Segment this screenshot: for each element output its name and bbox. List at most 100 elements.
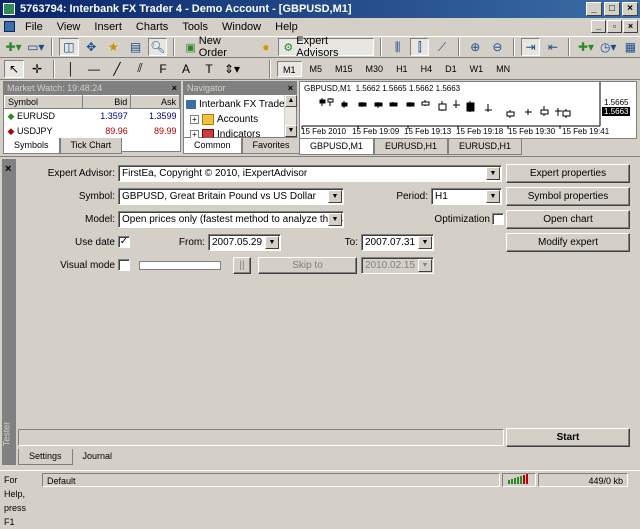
scroll-down-icon[interactable]: ▼ [285, 125, 297, 137]
symbol-select[interactable]: GBPUSD, Great Britain Pound vs US Dollar… [118, 188, 344, 205]
expert-properties-button[interactable]: Expert properties [506, 164, 630, 183]
mdi-minimize-button[interactable]: _ [591, 20, 606, 33]
line-chart-icon[interactable]: ⟋ [432, 38, 451, 56]
from-date-picker[interactable]: 2007.05.29 ▼ [208, 234, 281, 251]
new-chart-icon[interactable]: ✚▾ [4, 38, 23, 56]
period-select[interactable]: H1 ▼ [431, 188, 502, 205]
column-ask[interactable]: Ask [130, 95, 180, 109]
templates-icon[interactable]: ▦ [621, 38, 640, 56]
timeframe-h1[interactable]: H1 [391, 61, 413, 77]
timeframe-m1[interactable]: M1 [277, 60, 302, 77]
menu-insert[interactable]: Insert [87, 18, 129, 36]
navigator-icon[interactable]: ★ [104, 38, 123, 56]
periods-icon[interactable]: ◷▾ [599, 38, 618, 56]
tab-settings[interactable]: Settings [18, 449, 73, 465]
tab-chart-gbpusd-m1[interactable]: GBPUSD,M1 [299, 139, 375, 155]
column-bid[interactable]: Bid [81, 95, 132, 109]
skip-to-button[interactable]: Skip to [258, 257, 357, 274]
text-icon[interactable]: A [176, 60, 196, 78]
tab-favorites[interactable]: Favorites [241, 138, 301, 154]
metaeditor-icon[interactable]: ● [256, 38, 275, 56]
tree-item-root[interactable]: Interbank FX Trade [186, 97, 294, 112]
menu-tools[interactable]: Tools [175, 18, 215, 36]
profiles-icon[interactable]: ▭▾ [26, 38, 45, 56]
tab-chart-eurusd-h1-2[interactable]: EURUSD,H1 [448, 139, 523, 155]
symbol-properties-button[interactable]: Symbol properties [506, 187, 630, 206]
expert-advisor-select[interactable]: FirstEa, Copyright © 2010, iExpertAdviso… [118, 165, 502, 182]
chevron-down-icon: ▼ [418, 259, 432, 272]
new-order-button[interactable]: ▣ New Order [181, 35, 253, 59]
tree-item-accounts[interactable]: + Accounts [186, 112, 294, 127]
market-watch-close-icon[interactable]: × [172, 82, 177, 95]
expert-advisors-button[interactable]: ⚙ Expert Advisors [278, 35, 375, 59]
strategy-tester-icon[interactable]: 🔍︎ [148, 38, 168, 56]
tab-tick-chart[interactable]: Tick Chart [59, 138, 123, 154]
cursor-icon[interactable]: ↖ [4, 59, 24, 78]
timeframe-mn[interactable]: MN [491, 61, 515, 77]
trendline-icon[interactable]: ╱ [107, 60, 127, 78]
tab-journal[interactable]: Journal [72, 449, 123, 465]
timeframe-m30[interactable]: M30 [361, 61, 389, 77]
navigator-header: Navigator × [184, 82, 296, 95]
skip-date-picker[interactable]: 2010.02.15 ▼ [361, 257, 434, 274]
minimize-button[interactable]: _ [586, 2, 602, 16]
pause-button[interactable]: || [233, 257, 251, 274]
menu-charts[interactable]: Charts [129, 18, 175, 36]
timeframe-m5[interactable]: M5 [305, 61, 328, 77]
chevron-down-icon: ▼ [328, 213, 342, 226]
table-row[interactable]: ◆ EURUSD 1.3597 1.3599 [5, 109, 180, 124]
model-select[interactable]: Open prices only (fastest method to anal… [118, 211, 344, 228]
menu-file[interactable]: File [18, 18, 50, 36]
market-watch-table: Symbol Bid Ask ◆ EURUSD 1.3597 1.3599 ◆ … [4, 95, 180, 139]
terminal-icon[interactable]: ▤ [126, 38, 145, 56]
vertical-line-icon[interactable]: │ [61, 60, 81, 78]
use-date-checkbox[interactable]: ✓ [118, 236, 130, 248]
arrows-icon[interactable]: ⇕▾ [222, 60, 242, 78]
menu-window[interactable]: Window [215, 18, 268, 36]
indicators-icon[interactable]: ✚▾ [576, 38, 595, 56]
tab-chart-eurusd-h1[interactable]: EURUSD,H1 [374, 139, 449, 155]
open-chart-button[interactable]: Open chart [506, 210, 630, 229]
mdi-restore-button[interactable]: ▫ [607, 20, 622, 33]
visual-mode-checkbox[interactable] [118, 259, 130, 271]
to-date-picker[interactable]: 2007.07.31 ▼ [361, 234, 434, 251]
table-row[interactable]: ◆ USDJPY 89.96 89.99 [5, 124, 180, 139]
crosshair-icon[interactable]: ✛ [27, 60, 47, 78]
fibonacci-icon[interactable]: F [153, 60, 173, 78]
timeframe-w1[interactable]: W1 [465, 61, 489, 77]
time-label: 15 Feb 19:30 [508, 127, 556, 136]
menu-help[interactable]: Help [268, 18, 305, 36]
visual-speed-slider[interactable] [139, 261, 221, 270]
expand-icon[interactable]: + [190, 115, 199, 124]
modify-expert-button[interactable]: Modify expert [506, 233, 630, 252]
optimization-checkbox[interactable] [492, 213, 504, 225]
data-window-icon[interactable]: ✥ [82, 38, 101, 56]
candlesticks-icon[interactable]: ⫿ [410, 38, 430, 56]
chart-area[interactable]: GBPUSD,M1 1.5662 1.5665 1.5662 1.5663 1.… [299, 81, 637, 139]
close-button[interactable]: × [622, 2, 638, 16]
horizontal-line-icon[interactable]: — [84, 60, 104, 78]
zoom-out-icon[interactable]: ⊖ [488, 38, 507, 56]
equidistant-channel-icon[interactable]: ⫽ [130, 60, 150, 78]
market-watch-icon[interactable]: ◫ [59, 38, 79, 56]
mdi-close-button[interactable]: × [623, 20, 638, 33]
maximize-button[interactable]: □ [604, 2, 620, 16]
start-button[interactable]: Start [506, 428, 630, 447]
bar-chart-icon[interactable]: ⫼ [388, 38, 407, 56]
menu-view[interactable]: View [50, 18, 88, 36]
timeframe-h4[interactable]: H4 [416, 61, 438, 77]
chart-shift-icon[interactable]: ⇤ [543, 38, 562, 56]
text-label-icon[interactable]: T [199, 60, 219, 78]
candles [319, 98, 571, 118]
timeframe-d1[interactable]: D1 [440, 61, 462, 77]
tab-symbols[interactable]: Symbols [3, 138, 60, 154]
expert-advisors-icon: ⚙ [283, 41, 294, 54]
timeframe-m15[interactable]: M15 [330, 61, 358, 77]
tab-common[interactable]: Common [183, 138, 242, 154]
scroll-up-icon[interactable]: ▲ [285, 95, 297, 107]
navigator-scrollbar[interactable]: ▲ ▼ [284, 95, 297, 137]
auto-scroll-icon[interactable]: ⇥ [521, 38, 541, 56]
navigator-close-icon[interactable]: × [288, 82, 293, 95]
column-symbol[interactable]: Symbol [4, 95, 83, 109]
zoom-in-icon[interactable]: ⊕ [466, 38, 485, 56]
